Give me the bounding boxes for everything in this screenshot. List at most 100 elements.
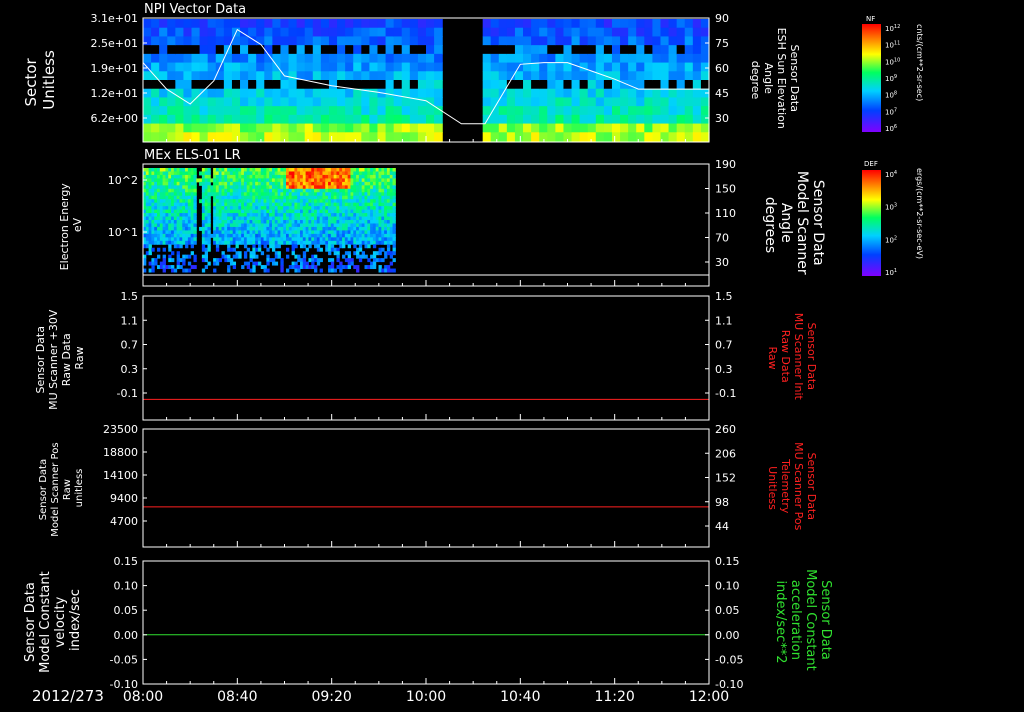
els-cell: [392, 192, 396, 197]
npi-cell: [312, 36, 322, 46]
npi-cell: [272, 36, 282, 46]
els-cell: [330, 258, 335, 263]
npi-cell: [183, 106, 193, 116]
npi-cell: [345, 114, 354, 125]
npi-cell: [143, 114, 152, 125]
els-cell: [392, 223, 396, 228]
npi-cell: [248, 19, 257, 29]
npi-cell: [215, 106, 225, 116]
npi-cell: [547, 80, 556, 90]
els-cell: [193, 171, 197, 176]
panel-5-right-label: Sensor Data Model Constant acceleration …: [773, 569, 833, 675]
npi-cell: [328, 27, 338, 38]
npi-cell: [426, 80, 435, 90]
npi-cell: [175, 27, 185, 38]
els-cell: [356, 251, 360, 256]
cb-def-tick-0: 104: [885, 170, 897, 179]
els-cell: [347, 251, 351, 256]
p5-right-tick-label-4: -0.05: [715, 653, 743, 666]
npi-cell: [426, 106, 435, 116]
npi-cell: [345, 97, 354, 107]
els-cell: [392, 237, 396, 242]
panel-4-right-label: Sensor Data MU Scanner Pos Telemetry Uni…: [766, 442, 818, 534]
els-cell: [193, 192, 197, 197]
npi-cell: [620, 45, 629, 55]
els-cell: [392, 213, 396, 218]
npi-cell: [644, 132, 653, 142]
npi-cell: [426, 123, 435, 133]
panel-4-left-label: Sensor Data Model Scanner Pos Raw unitle…: [38, 439, 85, 536]
els-cell: [372, 265, 377, 270]
els-cell: [179, 265, 183, 270]
npi-cell: [417, 132, 427, 142]
npi-cell: [417, 19, 427, 29]
colorbar-def: DEF 104 103 102 101 ergs/(cm**2-sr-sec-eV): [862, 160, 924, 277]
cb-nf-tick-5: 107: [885, 107, 897, 116]
npi-cell: [539, 80, 548, 90]
npi-cell: [700, 106, 710, 116]
npi-cell: [587, 97, 597, 107]
npi-cell: [207, 27, 217, 38]
els-cell: [148, 251, 152, 256]
npi-cell: [482, 97, 492, 107]
p3-left-tick-label-4: -0.1: [117, 387, 138, 400]
panel-4-right-ticks: 260 206 152 98 44: [705, 423, 736, 533]
npi-cell: [199, 71, 209, 81]
els-cell: [187, 254, 192, 259]
npi-cell: [539, 88, 548, 99]
npi-cell: [587, 36, 597, 46]
npi-cell: [571, 114, 581, 125]
npi-cell: [547, 19, 556, 29]
els-cell: [302, 258, 307, 263]
colorbar-nf-title: NF: [866, 15, 875, 23]
els-cell: [221, 251, 225, 256]
npi-cell: [571, 36, 581, 46]
els-cell: [207, 206, 211, 211]
npi-cell: [199, 36, 209, 46]
p1-left-tick-label-2: 1.9e+01: [91, 62, 138, 75]
npi-cell: [248, 132, 257, 142]
time-tick-label-5: 11:20: [594, 689, 634, 705]
npi-cell: [417, 114, 427, 125]
npi-cell: [345, 132, 354, 142]
npi-cell: [377, 53, 387, 64]
npi-cell: [280, 62, 290, 72]
npi-cell: [426, 53, 435, 64]
npi-cell: [175, 106, 185, 116]
els-cell: [336, 251, 340, 256]
els-cell: [252, 244, 256, 249]
p5-left-tick-label-0: 0.15: [114, 555, 139, 568]
npi-cell: [175, 45, 185, 55]
els-cell: [179, 244, 183, 249]
npi-cell: [523, 71, 532, 81]
npi-cell: [231, 123, 241, 133]
npi-cell: [426, 132, 435, 142]
npi-cell: [684, 106, 694, 116]
npi-cell: [167, 36, 176, 46]
npi-cell: [426, 62, 435, 72]
npi-cell: [426, 19, 435, 29]
npi-cell: [320, 71, 330, 81]
npi-cell: [231, 132, 241, 142]
npi-cell: [240, 97, 249, 107]
npi-cell: [345, 19, 354, 29]
npi-cell: [167, 106, 176, 116]
npi-cell: [498, 106, 508, 116]
npi-cell: [644, 88, 653, 99]
npi-cell: [296, 36, 306, 46]
npi-cell: [684, 19, 694, 29]
npi-cell: [555, 27, 565, 38]
npi-cell: [353, 62, 362, 72]
npi-cell: [644, 36, 653, 46]
npi-cell: [264, 62, 273, 72]
npi-cell: [660, 62, 670, 72]
npi-cell: [603, 88, 613, 99]
npi-cell: [191, 132, 201, 142]
els-cell: [232, 247, 237, 252]
els-cell: [154, 258, 158, 263]
els-cell: [162, 268, 166, 273]
npi-cell: [191, 36, 201, 46]
npi-cell: [312, 88, 322, 99]
npi-cell: [377, 123, 387, 133]
npi-cell: [587, 123, 597, 133]
